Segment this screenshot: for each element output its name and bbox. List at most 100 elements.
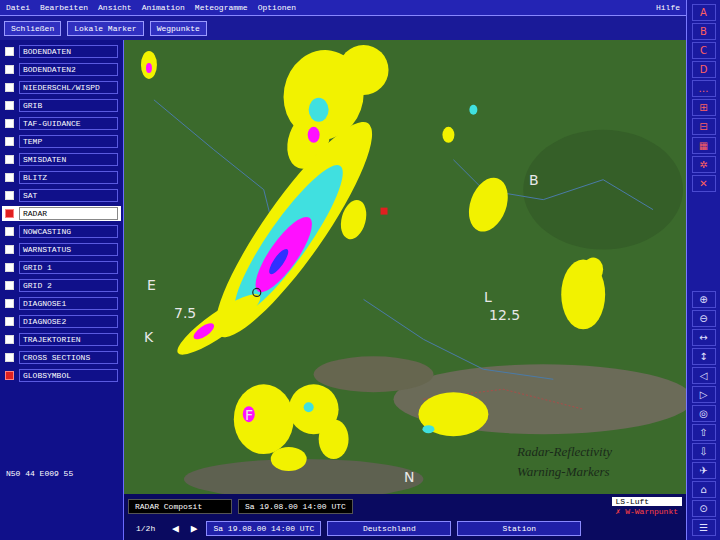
layer-item[interactable]: DIAGNOSE2 [2, 314, 121, 329]
radar-echo [339, 45, 389, 95]
map-label: 12.5 [489, 308, 520, 322]
radar-echo [146, 63, 152, 73]
layer-item[interactable]: GRID 2 [2, 278, 121, 293]
radar-echo [304, 402, 314, 412]
legend: LS-Luft✗ W-Warnpunkt [612, 497, 682, 516]
map-canvas [124, 40, 686, 494]
tool-icon[interactable]: B [692, 23, 716, 40]
radar-echo [442, 127, 454, 143]
layer-checkbox[interactable] [5, 281, 14, 290]
layer-item[interactable]: BLITZ [2, 170, 121, 185]
radar-echo [247, 210, 321, 300]
menu-item[interactable]: Meteogramme [195, 3, 248, 12]
tool-icon[interactable]: ⊕ [692, 291, 716, 308]
tool-icon[interactable]: ⇩ [692, 443, 716, 460]
layer-item[interactable]: TEMP [2, 134, 121, 149]
layer-item[interactable]: BODENDATEN2 [2, 62, 121, 77]
help-menu[interactable]: Hilfe [656, 3, 680, 12]
layer-item[interactable]: GRIB [2, 98, 121, 113]
tool-icon[interactable]: ↕ [692, 348, 716, 365]
menu-item[interactable]: Datei [6, 3, 30, 12]
warning-marker[interactable] [253, 288, 261, 296]
menu-item[interactable]: Ansicht [98, 3, 132, 12]
tool-icon[interactable]: ↔ [692, 329, 716, 346]
layer-item[interactable]: BODENDATEN [2, 44, 121, 59]
product-time: Sa 19.08.00 14:00 UTC [238, 499, 353, 514]
right-toolbar: ABCD … ⊞ ⊟ ▦ ✲ ✕ ⊕ ⊖ ↔ ↕ ◁ ▷ ◎ ⇧ ⇩ ✈ ⌂ ⊙ ☰ [686, 0, 720, 540]
next-button[interactable]: ▶ [188, 522, 201, 535]
tool-icon[interactable]: ◎ [692, 405, 716, 422]
layer-checkbox[interactable] [5, 47, 14, 56]
tool-icon[interactable]: ⊖ [692, 310, 716, 327]
menu-item[interactable]: Bearbeiten [40, 3, 88, 12]
tool-button[interactable]: Wegpunkte [150, 21, 207, 36]
warning-marker[interactable] [381, 208, 388, 215]
tool-icon[interactable]: … [692, 80, 716, 97]
layer-checkbox[interactable] [5, 353, 14, 362]
layer-item[interactable]: CROSS SECTIONS [2, 350, 121, 365]
tool-icon[interactable]: A [692, 4, 716, 21]
layer-checkbox[interactable] [5, 65, 14, 74]
tool-icon[interactable]: ⊟ [692, 118, 716, 135]
tool-icon[interactable]: D [692, 61, 716, 78]
layer-checkbox[interactable] [5, 263, 14, 272]
tool-icon[interactable]: ▦ [692, 137, 716, 154]
tool-icon[interactable]: ⇧ [692, 424, 716, 441]
layer-checkbox[interactable] [5, 227, 14, 236]
layer-checkbox[interactable] [5, 245, 14, 254]
layer-item[interactable]: SMISDATEN [2, 152, 121, 167]
layer-checkbox[interactable] [5, 101, 14, 110]
layer-item[interactable]: GRID 1 [2, 260, 121, 275]
tool-button[interactable]: Lokale Marker [67, 21, 143, 36]
layer-checkbox[interactable] [5, 335, 14, 344]
radar-app: Datei Bearbeiten Ansicht Animation Meteogram… [0, 0, 720, 540]
layer-item[interactable]: GLOBSYMBOL [2, 368, 121, 383]
tool-icon[interactable]: ⊞ [692, 99, 716, 116]
tool-icon[interactable]: ✲ [692, 156, 716, 173]
radar-echo [469, 105, 477, 115]
step-label[interactable]: 1/2h [128, 524, 163, 533]
tool-icon[interactable]: ✕ [692, 175, 716, 192]
layer-item[interactable]: NIEDERSCHL/WISPD [2, 80, 121, 95]
time-field[interactable]: Sa 19.08.00 14:00 UTC [206, 521, 321, 536]
radar-echo [319, 419, 349, 459]
layer-item[interactable]: RADAR [2, 206, 121, 221]
tool-icon[interactable]: ⊙ [692, 500, 716, 517]
layer-item[interactable]: DIAGNOSE1 [2, 296, 121, 311]
layer-item[interactable]: NOWCASTING [2, 224, 121, 239]
layer-checkbox[interactable] [5, 209, 14, 218]
tool-icon[interactable]: ⌂ [692, 481, 716, 498]
layer-checkbox[interactable] [5, 155, 14, 164]
product-field[interactable]: RADAR Composit [128, 499, 232, 514]
radar-map[interactable]: BELKFN7.512.5Radar-ReflectivityWarning-M… [124, 40, 686, 494]
tool-icon[interactable]: ☰ [692, 519, 716, 536]
region-field[interactable]: Deutschland [327, 521, 451, 536]
layer-item[interactable]: TRAJEKTORIEN [2, 332, 121, 347]
layer-checkbox[interactable] [5, 317, 14, 326]
radar-echo [171, 286, 267, 363]
layer-checkbox[interactable] [5, 137, 14, 146]
layer-checkbox[interactable] [5, 119, 14, 128]
radar-echo [422, 425, 434, 433]
tool-icon[interactable]: ▷ [692, 386, 716, 403]
layer-item[interactable]: WARNSTATUS [2, 242, 121, 257]
layer-checkbox[interactable] [5, 83, 14, 92]
map-label: N [404, 470, 414, 484]
menu-item[interactable]: Animation [142, 3, 185, 12]
radar-echo [243, 406, 255, 422]
radar-echo [418, 392, 488, 436]
station-field[interactable]: Station [457, 521, 581, 536]
tool-button[interactable]: Schließen [4, 21, 61, 36]
layer-item[interactable]: SAT [2, 188, 121, 203]
layer-checkbox[interactable] [5, 371, 14, 380]
layer-checkbox[interactable] [5, 173, 14, 182]
layer-checkbox[interactable] [5, 299, 14, 308]
tool-icon[interactable]: ✈ [692, 462, 716, 479]
tool-icon[interactable]: ◁ [692, 367, 716, 384]
menu-item[interactable]: Optionen [258, 3, 296, 12]
layer-checkbox[interactable] [5, 191, 14, 200]
map-label: K [144, 330, 153, 344]
layer-item[interactable]: TAF-GUIDANCE [2, 116, 121, 131]
prev-button[interactable]: ◀ [169, 522, 182, 535]
tool-icon[interactable]: C [692, 42, 716, 59]
